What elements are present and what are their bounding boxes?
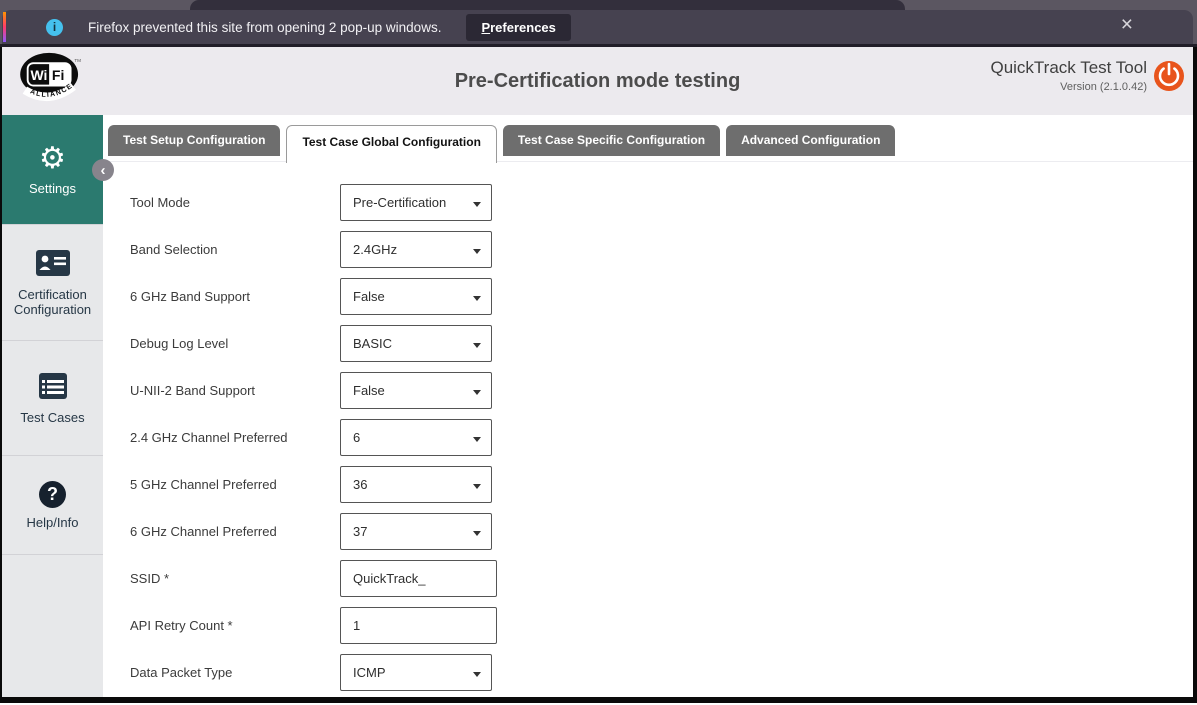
- form-row: API Retry Count *: [130, 602, 1193, 649]
- debug-log-level-select[interactable]: BASIC: [340, 325, 492, 362]
- chevron-down-icon: [473, 296, 481, 301]
- chevron-down-icon: [473, 249, 481, 254]
- select-value: 2.4GHz: [353, 242, 397, 257]
- field-label: 5 GHz Channel Preferred: [130, 477, 340, 492]
- gear-icon: ⚙: [39, 144, 66, 174]
- form-row: 2.4 GHz Channel Preferred 6: [130, 414, 1193, 461]
- sidebar-item-settings[interactable]: ⚙ Settings ‹: [2, 115, 103, 225]
- chevron-down-icon: [473, 202, 481, 207]
- sidebar-item-certification-configuration[interactable]: Certification Configuration: [2, 225, 103, 341]
- preferences-button[interactable]: Preferences: [466, 14, 570, 41]
- collapse-sidebar-button[interactable]: ‹: [92, 159, 114, 181]
- sidebar-item-label: Help/Info: [26, 515, 78, 530]
- id-card-icon: [35, 249, 71, 280]
- sidebar-item-label: Test Cases: [20, 410, 84, 425]
- app-identity: QuickTrack Test Tool Version (2.1.0.42): [990, 58, 1147, 93]
- chevron-down-icon: [473, 343, 481, 348]
- app-window: Wi Fi TM ALLIANCE Pre-Certification mode…: [0, 47, 1197, 703]
- field-label: U-NII-2 Band Support: [130, 383, 340, 398]
- app-name: QuickTrack Test Tool: [990, 58, 1147, 78]
- field-label: 6 GHz Channel Preferred: [130, 524, 340, 539]
- form-row: 5 GHz Channel Preferred 36: [130, 461, 1193, 508]
- chevron-down-icon: [473, 437, 481, 442]
- chevron-down-icon: [473, 672, 481, 677]
- form-row: Debug Log Level BASIC: [130, 320, 1193, 367]
- ssid-input[interactable]: [340, 560, 497, 597]
- popup-blocked-notification: i Firefox prevented this site from openi…: [2, 10, 1193, 44]
- tool-mode-select[interactable]: Pre-Certification: [340, 184, 492, 221]
- select-value: Pre-Certification: [353, 195, 446, 210]
- field-label: API Retry Count *: [130, 618, 340, 633]
- question-icon: ?: [39, 481, 66, 508]
- tab-test-case-global-configuration[interactable]: Test Case Global Configuration: [286, 125, 496, 163]
- select-value: 36: [353, 477, 367, 492]
- tab-test-setup-configuration[interactable]: Test Setup Configuration: [108, 125, 280, 156]
- field-label: Data Packet Type: [130, 665, 340, 680]
- select-value: BASIC: [353, 336, 392, 351]
- channel-5ghz-preferred-select[interactable]: 36: [340, 466, 492, 503]
- form-row: SSID *: [130, 555, 1193, 602]
- sidebar: ⚙ Settings ‹ Certification Co: [2, 115, 103, 697]
- tab-bar: Test Setup Configuration Test Case Globa…: [108, 125, 1193, 162]
- power-icon[interactable]: [1153, 60, 1185, 97]
- tab-advanced-configuration[interactable]: Advanced Configuration: [726, 125, 895, 156]
- global-configuration-form: Tool Mode Pre-Certification Band Selecti…: [103, 162, 1193, 696]
- app-version: Version (2.1.0.42): [990, 81, 1147, 93]
- form-row: U-NII-2 Band Support False: [130, 367, 1193, 414]
- notification-message: Firefox prevented this site from opening…: [88, 20, 441, 35]
- select-value: False: [353, 383, 385, 398]
- chevron-down-icon: [473, 484, 481, 489]
- select-value: ICMP: [353, 665, 386, 680]
- field-label: Tool Mode: [130, 195, 340, 210]
- form-row: 6 GHz Channel Preferred 37: [130, 508, 1193, 555]
- field-label: Band Selection: [130, 242, 340, 257]
- api-retry-count-input[interactable]: [340, 607, 497, 644]
- select-value: 6: [353, 430, 360, 445]
- six-ghz-band-support-select[interactable]: False: [340, 278, 492, 315]
- chevron-down-icon: [473, 531, 481, 536]
- tab-test-case-specific-configuration[interactable]: Test Case Specific Configuration: [503, 125, 720, 156]
- field-label: SSID *: [130, 571, 340, 586]
- field-label: Debug Log Level: [130, 336, 340, 351]
- field-label: 6 GHz Band Support: [130, 289, 340, 304]
- field-label: 2.4 GHz Channel Preferred: [130, 430, 340, 445]
- browser-tab-strip: [190, 0, 905, 10]
- form-row: 6 GHz Band Support False: [130, 273, 1193, 320]
- browser-chrome: i Firefox prevented this site from openi…: [0, 0, 1197, 47]
- select-value: False: [353, 289, 385, 304]
- select-value: 37: [353, 524, 367, 539]
- channel-6ghz-preferred-select[interactable]: 37: [340, 513, 492, 550]
- channel-24ghz-preferred-select[interactable]: 6: [340, 419, 492, 456]
- data-packet-type-select[interactable]: ICMP: [340, 654, 492, 691]
- close-icon[interactable]: ×: [1121, 14, 1133, 35]
- form-row: Band Selection 2.4GHz: [130, 226, 1193, 273]
- band-selection-select[interactable]: 2.4GHz: [340, 231, 492, 268]
- svg-text:TM: TM: [74, 58, 81, 63]
- sidebar-item-test-cases[interactable]: Test Cases: [2, 341, 103, 456]
- unii2-band-support-select[interactable]: False: [340, 372, 492, 409]
- list-icon: [38, 372, 68, 403]
- chevron-down-icon: [473, 390, 481, 395]
- sidebar-item-help-info[interactable]: ? Help/Info: [2, 456, 103, 555]
- sidebar-item-label: Settings: [29, 181, 76, 196]
- firefox-gradient-stripe: [3, 12, 6, 42]
- screen: i Firefox prevented this site from openi…: [0, 0, 1197, 705]
- form-row: Data Packet Type ICMP: [130, 649, 1193, 696]
- sidebar-item-label: Certification Configuration: [2, 287, 103, 317]
- content-area: Test Setup Configuration Test Case Globa…: [103, 115, 1193, 697]
- info-icon: i: [46, 19, 63, 36]
- app-header: Wi Fi TM ALLIANCE Pre-Certification mode…: [2, 47, 1193, 115]
- form-row: Tool Mode Pre-Certification: [130, 179, 1193, 226]
